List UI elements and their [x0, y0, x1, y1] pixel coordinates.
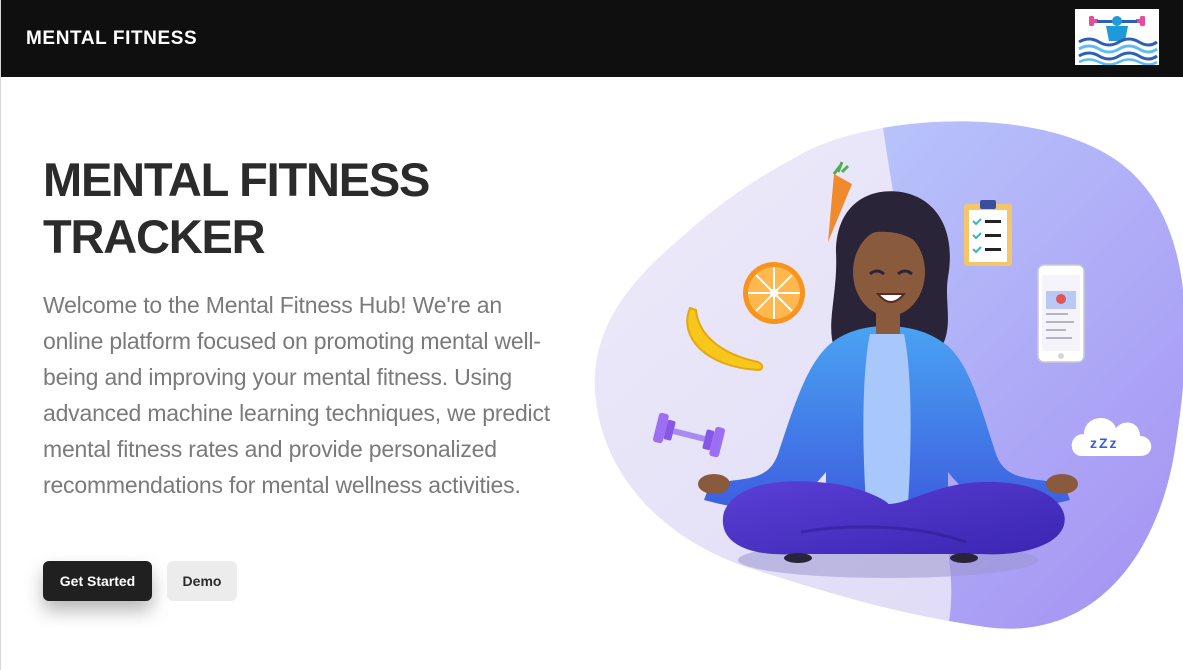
smartphone-icon: [1037, 264, 1085, 363]
brand-name[interactable]: MENTAL FITNESS: [26, 28, 197, 50]
orange-slice-icon: [743, 262, 805, 324]
meditation-illustration: zZz: [594, 121, 1183, 629]
hero-description: Welcome to the Mental Fitness Hub! We're…: [43, 292, 550, 498]
top-navbar: MENTAL FITNESS: [1, 0, 1183, 77]
demo-button[interactable]: Demo: [167, 561, 237, 601]
swimmer-weights-logo-icon[interactable]: [1075, 9, 1159, 65]
clipboard-checklist-icon: [964, 200, 1012, 266]
hero-title: MENTAL FITNESS TRACKER: [43, 153, 430, 263]
get-started-button[interactable]: Get Started: [43, 561, 152, 601]
landing-page: MENTAL FITNESS MENTAL FITNESS TRACKER We…: [0, 0, 1183, 670]
sleep-text: zZz: [1090, 435, 1119, 451]
